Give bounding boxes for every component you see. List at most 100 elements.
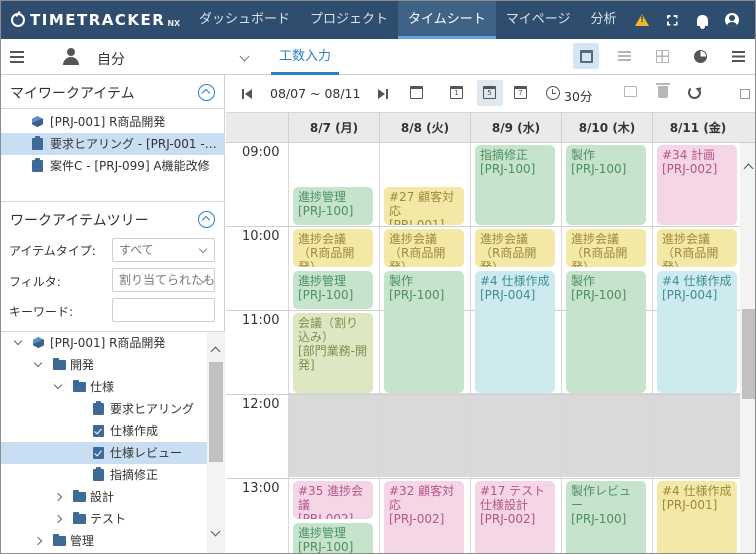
time-entry[interactable]: #35 進捗会議 [PRJ-002] bbox=[293, 481, 373, 519]
time-entry[interactable]: #4 仕様作成 [PRJ-004] bbox=[475, 271, 555, 393]
hour-label: 10:00 bbox=[242, 229, 280, 244]
chevron-down-icon[interactable] bbox=[53, 380, 63, 390]
nav-item-2[interactable]: タイムシート bbox=[398, 1, 496, 39]
tree-header: ワークアイテムツリー bbox=[1, 201, 225, 235]
scroll-down-icon[interactable] bbox=[210, 526, 221, 537]
chart-view-button[interactable] bbox=[687, 43, 713, 69]
time-entry-title: 製作 bbox=[389, 274, 414, 288]
time-entry-project: [PRJ-100] bbox=[480, 162, 536, 176]
detail-list-button[interactable] bbox=[725, 43, 751, 69]
list-view-button[interactable] bbox=[611, 43, 637, 69]
account-button[interactable] bbox=[717, 1, 747, 39]
chevron-right-icon[interactable] bbox=[33, 536, 43, 546]
tree-node[interactable]: 仕様レビュー bbox=[1, 442, 207, 464]
calendar-scrollbar[interactable] bbox=[740, 143, 755, 553]
time-entry[interactable]: 進捗会議 （R商品開発） bbox=[475, 229, 555, 267]
time-entry[interactable]: 進捗会議 （R商品開発） bbox=[566, 229, 646, 267]
tree-node[interactable]: 仕様 bbox=[1, 376, 207, 398]
my-item[interactable]: 案件C - [PRJ-099] A機能改修 bbox=[1, 155, 225, 177]
notification-button[interactable] bbox=[687, 1, 717, 39]
filter-select[interactable]: 割り当てられたもの bbox=[112, 268, 215, 292]
chevron-right-icon[interactable] bbox=[53, 492, 63, 502]
time-entry[interactable]: #17 テスト仕様設計 [PRJ-002] bbox=[475, 481, 555, 553]
time-entry-title: 製作レビュー bbox=[571, 484, 632, 512]
chevron-down-icon[interactable] bbox=[33, 358, 43, 368]
menu-icon[interactable] bbox=[10, 51, 24, 63]
time-entry[interactable]: 進捗会議 （R商品開発） bbox=[384, 229, 464, 267]
nav-item-0[interactable]: ダッシュボード bbox=[189, 1, 300, 39]
day-header-4[interactable]: 8/11 (金) bbox=[652, 113, 743, 143]
collapse-tree-icon[interactable] bbox=[198, 211, 215, 228]
keyword-input[interactable] bbox=[112, 298, 215, 322]
scroll-up-icon[interactable] bbox=[743, 163, 754, 174]
time-entry[interactable]: #34 計画 [PRJ-002] bbox=[657, 145, 737, 225]
full-week-view-icon[interactable]: 7 bbox=[514, 86, 527, 99]
time-entry[interactable]: 製作レビュー [PRJ-100] bbox=[566, 481, 646, 553]
time-entry[interactable]: 進捗管理 [PRJ-100] bbox=[293, 523, 373, 553]
chevron-down-icon[interactable] bbox=[239, 51, 250, 62]
calendar-picker-icon[interactable] bbox=[410, 86, 423, 99]
date-range: 08/07 ~ 08/11 bbox=[270, 86, 361, 101]
calendar-view-button[interactable] bbox=[573, 43, 599, 69]
tree-node[interactable]: [PRJ-001] R商品開発 bbox=[1, 332, 207, 354]
week-view-icon[interactable]: 5 bbox=[483, 86, 496, 99]
trash-icon[interactable] bbox=[656, 83, 670, 98]
chevron-down-icon[interactable] bbox=[13, 336, 23, 346]
tree-node-label: 仕様作成 bbox=[110, 424, 159, 438]
time-entry[interactable]: 進捗管理 [PRJ-100] bbox=[293, 271, 373, 309]
day-view-icon[interactable]: 1 bbox=[450, 86, 463, 99]
task-check-icon bbox=[93, 425, 104, 437]
nav-item-1[interactable]: プロジェクト bbox=[300, 1, 398, 39]
tree-node[interactable]: 管理 bbox=[1, 530, 207, 552]
tree-node[interactable]: テスト bbox=[1, 508, 207, 530]
day-header-0[interactable]: 8/7 (月) bbox=[288, 113, 379, 143]
day-header-2[interactable]: 8/9 (水) bbox=[470, 113, 561, 143]
comment-icon[interactable] bbox=[624, 86, 637, 97]
day-header-3[interactable]: 8/10 (木) bbox=[561, 113, 652, 143]
time-entry[interactable]: 製作 [PRJ-100] bbox=[566, 145, 646, 225]
chevron-right-icon[interactable] bbox=[53, 514, 63, 524]
time-entry-title: 進捗会議 （R商品開発） bbox=[571, 232, 632, 267]
scroll-up-icon[interactable] bbox=[210, 346, 221, 357]
tab-effort-entry[interactable]: 工数入力 bbox=[271, 39, 339, 75]
refresh-icon[interactable] bbox=[688, 86, 701, 99]
calendar-scroll-thumb[interactable] bbox=[742, 309, 755, 399]
app-logo[interactable]: TIMETRACKER NX bbox=[11, 1, 180, 39]
time-entry[interactable]: 会議（割り込み） [部門業務-開発] bbox=[293, 313, 373, 393]
warning-button[interactable] bbox=[627, 1, 657, 39]
time-entry[interactable]: #4 仕様作成 [PRJ-001] bbox=[657, 481, 737, 553]
tree-node[interactable]: 開発 bbox=[1, 354, 207, 376]
time-entry-title: #32 顧客対応 bbox=[389, 484, 455, 512]
tree-node[interactable]: 仕様作成 bbox=[1, 420, 207, 442]
nav-item-4[interactable]: 分析 bbox=[581, 1, 627, 39]
time-entry[interactable]: 製作 [PRJ-100] bbox=[384, 271, 464, 393]
time-entry[interactable]: #4 仕様作成 [PRJ-004] bbox=[657, 271, 737, 393]
my-item[interactable]: 要求ヒアリング - [PRJ-001 - R商品開発] bbox=[1, 133, 225, 155]
grid-view-button[interactable] bbox=[649, 43, 675, 69]
day-header-1[interactable]: 8/8 (火) bbox=[379, 113, 470, 143]
expand-icon[interactable] bbox=[740, 89, 750, 99]
interval-selector[interactable]: 30分 bbox=[564, 86, 592, 105]
time-entry[interactable]: 進捗管理 [PRJ-100] bbox=[293, 187, 373, 225]
fullscreen-button[interactable] bbox=[657, 1, 687, 39]
time-entry[interactable]: #32 顧客対応 [PRJ-002] bbox=[384, 481, 464, 553]
collapse-my-items-icon[interactable] bbox=[198, 84, 215, 101]
tree-scrollbar[interactable] bbox=[207, 332, 225, 553]
last-week-icon[interactable] bbox=[378, 89, 388, 99]
tree-scroll-thumb[interactable] bbox=[209, 362, 223, 462]
time-entry[interactable]: #27 顧客対応 [PRJ-001] bbox=[384, 187, 464, 225]
tree-node[interactable]: 指摘修正 bbox=[1, 464, 207, 486]
time-entry[interactable]: 製作 [PRJ-100] bbox=[566, 271, 646, 393]
tree-node[interactable]: 設計 bbox=[1, 486, 207, 508]
time-entry-project: [PRJ-002] bbox=[298, 512, 354, 519]
time-entry[interactable]: 進捗会議 （R商品開発） bbox=[293, 229, 373, 267]
first-week-icon[interactable] bbox=[242, 89, 252, 99]
sub-toolbar: 自分 工数入力 bbox=[1, 39, 755, 75]
user-selector[interactable]: 自分 bbox=[97, 49, 125, 69]
tree-node[interactable]: 要求ヒアリング bbox=[1, 398, 207, 420]
nav-item-3[interactable]: マイページ bbox=[496, 1, 581, 39]
time-entry[interactable]: 進捗会議 （R商品開発） bbox=[657, 229, 737, 267]
time-entry[interactable]: 指摘修正 [PRJ-100] bbox=[475, 145, 555, 225]
my-item[interactable]: [PRJ-001] R商品開発 bbox=[1, 111, 225, 133]
item-type-select[interactable]: すべて bbox=[112, 238, 215, 262]
